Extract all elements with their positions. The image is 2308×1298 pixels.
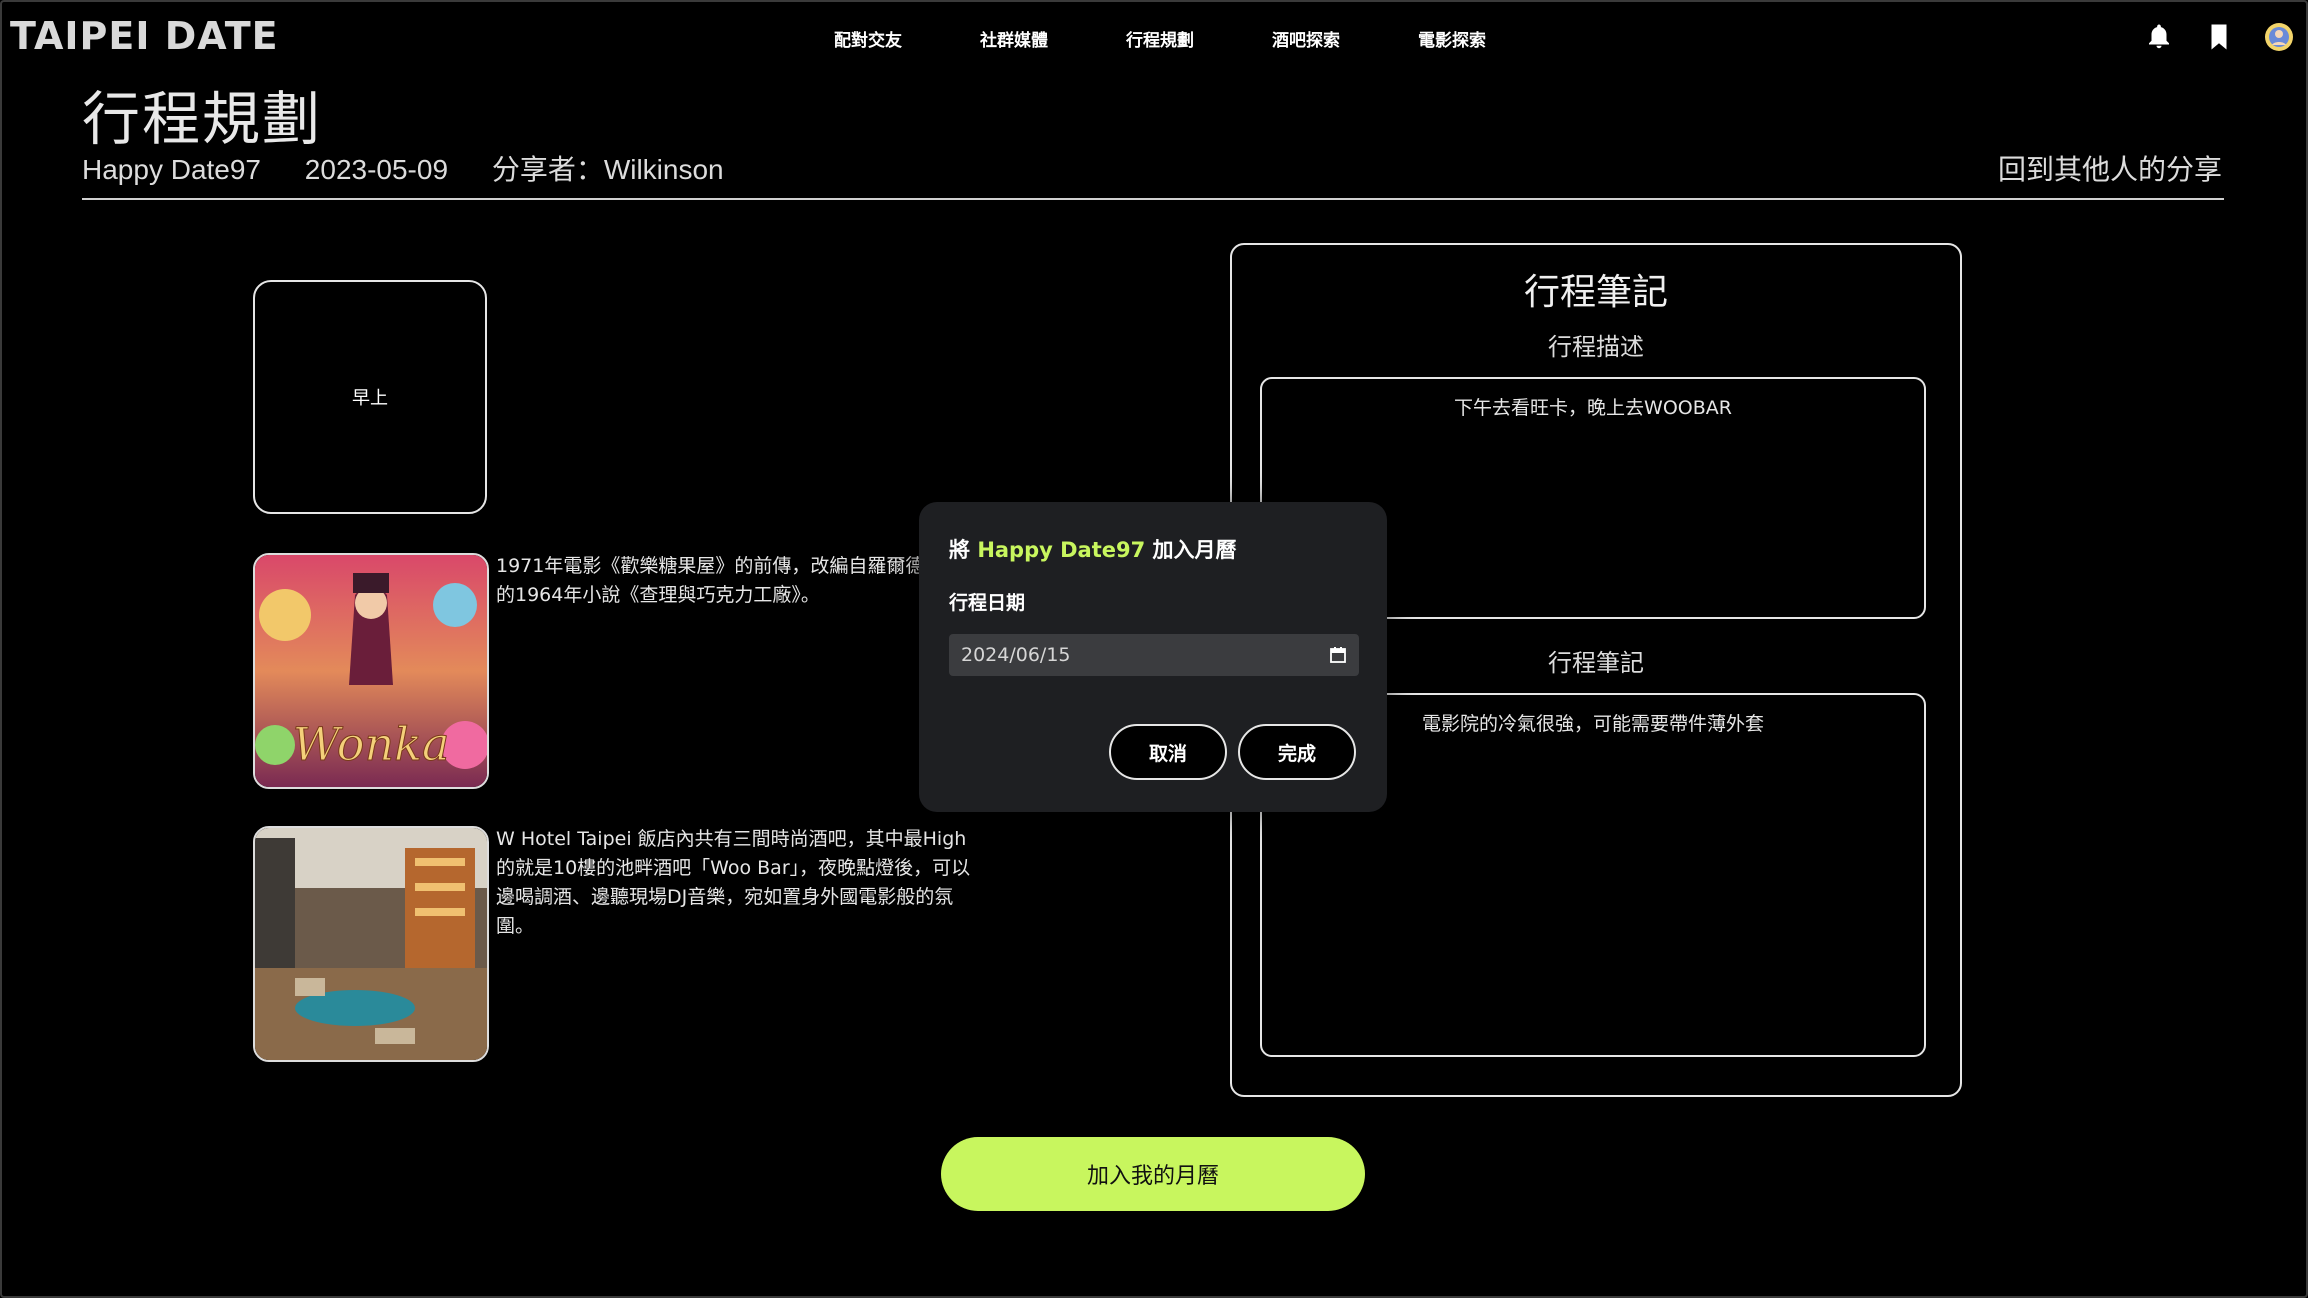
calendar-icon[interactable] [1329, 646, 1347, 664]
wonka-poster[interactable]: Wonka [253, 553, 489, 789]
dialog-title: 將 Happy Date97 加入月曆 [949, 534, 1237, 564]
nav-item-planner[interactable]: 行程規劃 [1126, 26, 1272, 51]
bell-icon[interactable] [2144, 22, 2174, 52]
avatar[interactable] [2264, 22, 2294, 52]
nav-item-movies[interactable]: 電影探索 [1418, 26, 1564, 51]
plan-name: Happy Date97 [82, 154, 262, 185]
nav-item-bars[interactable]: 酒吧探索 [1272, 26, 1418, 51]
dialog-title-prefix: 將 [949, 538, 978, 562]
back-to-shares-link[interactable]: 回到其他人的分享 [1998, 148, 2222, 188]
header-divider [82, 198, 2224, 200]
time-slot-label: 早上 [352, 388, 388, 409]
cancel-button[interactable]: 取消 [1109, 724, 1227, 780]
plan-sharer: 分享者：Wilkinson [491, 154, 724, 185]
done-button[interactable]: 完成 [1238, 724, 1356, 780]
plan-date: 2023-05-09 [304, 154, 449, 185]
schedule-item-bar-description: W Hotel Taipei 飯店內共有三間時尚酒吧，其中最High的就是10樓… [496, 828, 971, 937]
date-input-value: 2024/06/15 [961, 644, 1071, 666]
logo[interactable]: TAIPEI DATE [10, 14, 279, 58]
description-text: 下午去看旺卡，晚上去WOOBAR [1454, 397, 1732, 419]
date-input[interactable]: 2024/06/15 [949, 634, 1359, 676]
add-to-calendar-dialog: 將 Happy Date97 加入月曆 行程日期 2024/06/15 取消 完… [919, 502, 1387, 812]
notes-title: 行程筆記 [1523, 272, 1668, 313]
dialog-title-suffix: 加入月曆 [1145, 538, 1237, 562]
woo-bar-photo[interactable] [253, 826, 489, 1062]
add-to-calendar-button[interactable]: 加入我的月曆 [941, 1137, 1365, 1211]
header-actions [2144, 22, 2294, 52]
svg-text:Wonka: Wonka [293, 717, 450, 771]
nav-item-matching[interactable]: 配對交友 [834, 26, 980, 51]
description-label: 行程描述 [1548, 333, 1644, 361]
nav-item-social[interactable]: 社群媒體 [980, 26, 1126, 51]
bookmark-icon[interactable] [2204, 22, 2234, 52]
page-title: 行程規劃 [82, 87, 323, 152]
dialog-title-plan-name: Happy Date97 [977, 538, 1146, 562]
plan-meta: Happy Date97 2023-05-09 分享者：Wilkinson [82, 148, 760, 188]
notes-text: 電影院的冷氣很強，可能需要帶件薄外套 [1421, 713, 1764, 735]
schedule-item-movie-description: 1971年電影《歡樂糖果屋》的前傳，改編自羅爾德·達爾的1964年小說《查理與巧… [496, 555, 969, 606]
main-nav: 配對交友 社群媒體 行程規劃 酒吧探索 電影探索 [834, 26, 1564, 51]
date-field-label: 行程日期 [949, 592, 1026, 614]
time-slot-morning[interactable]: 早上 [253, 280, 487, 514]
